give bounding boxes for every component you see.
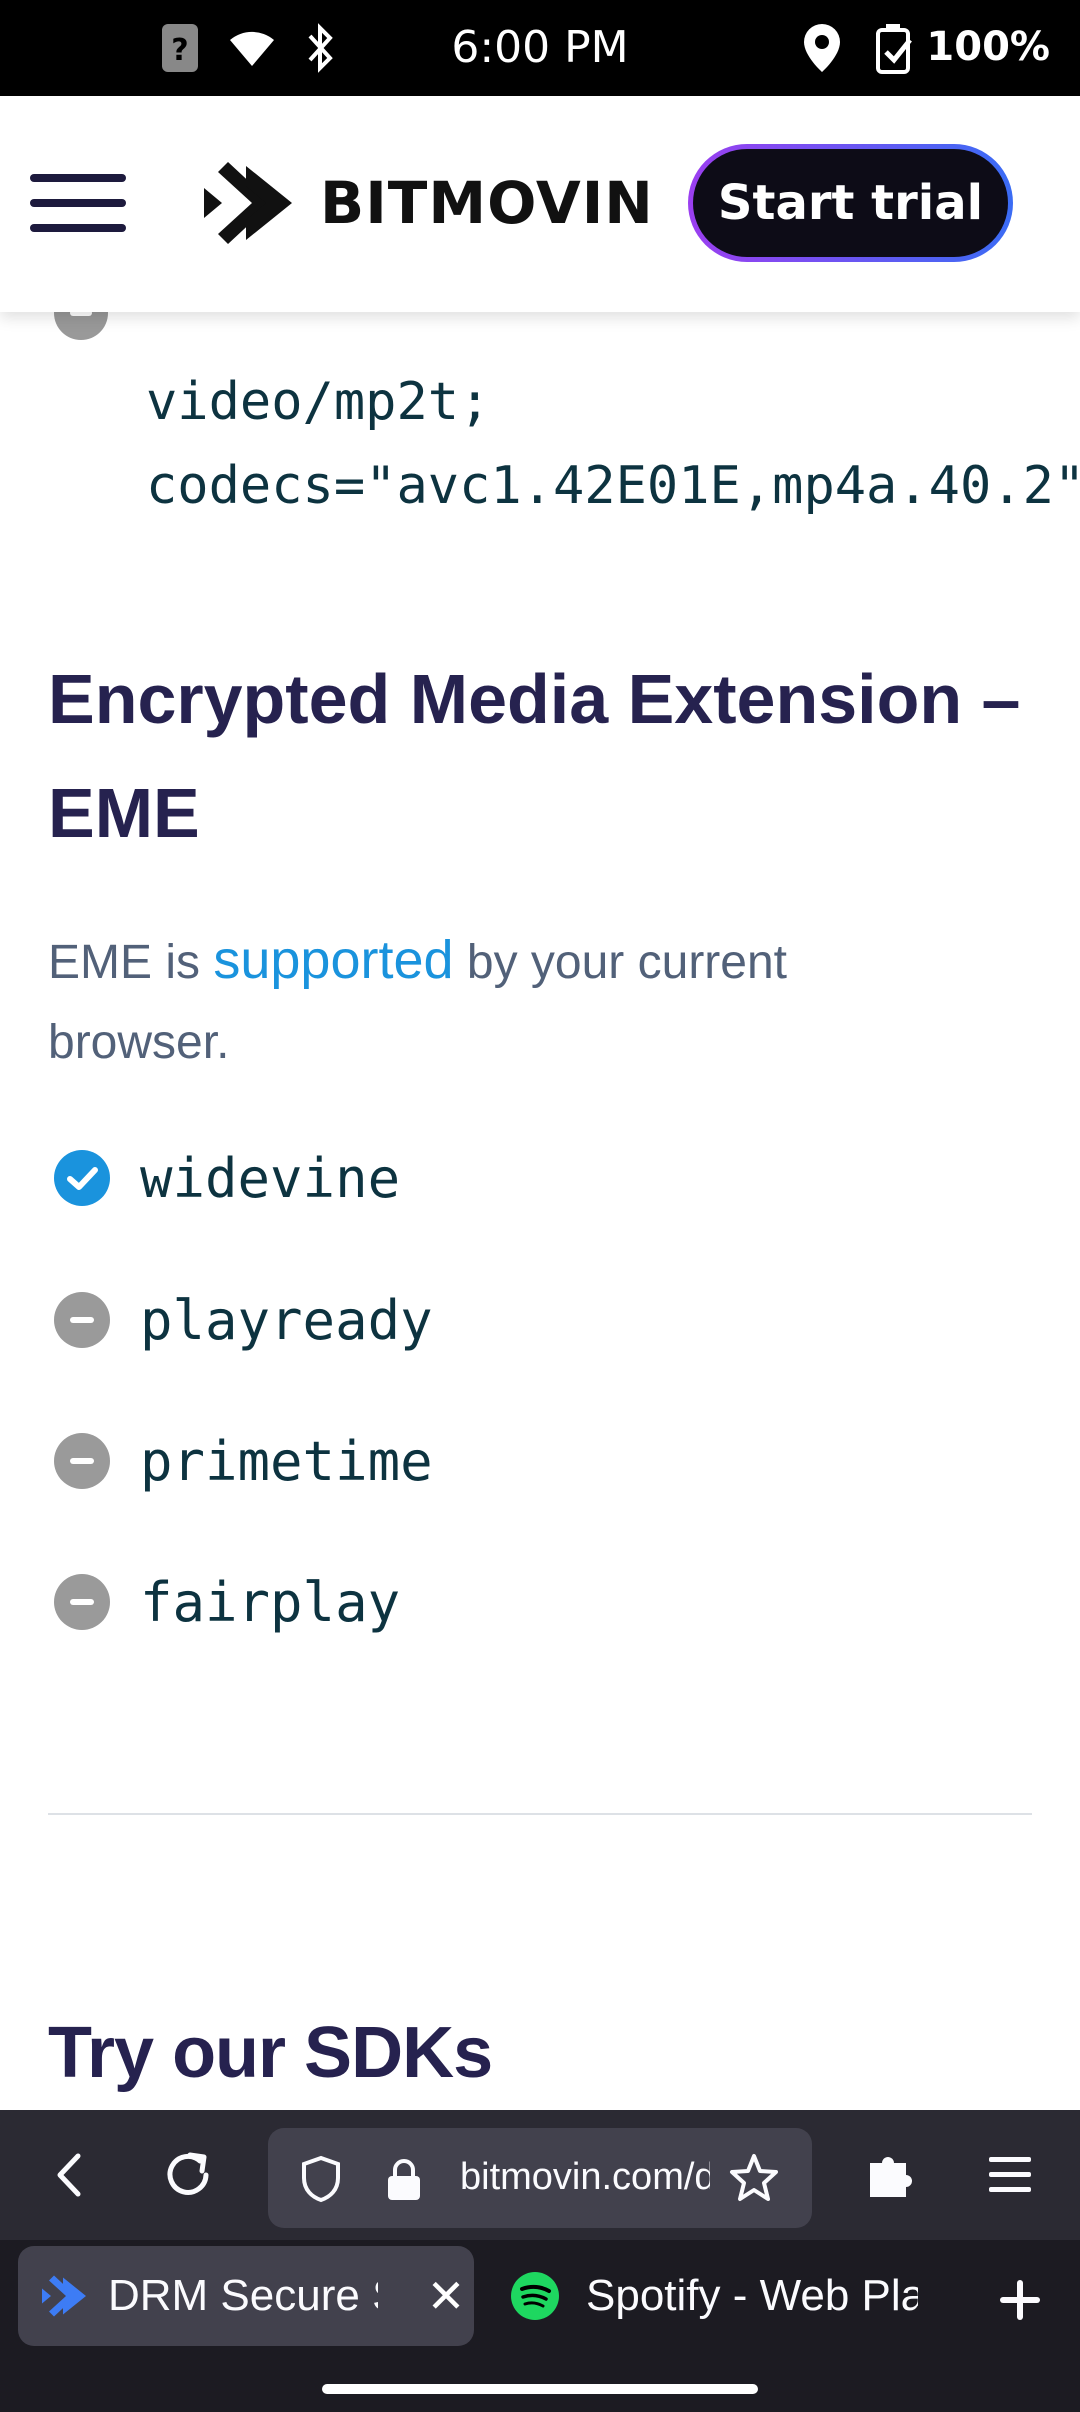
browser-toolbar: bitmovin.com/demos/drm <box>0 2110 1080 2240</box>
tab-title: DRM Secure Streaming <box>108 2271 378 2320</box>
mime-codecs-line: codecs="avc1.42E01E,mp4a.40.2" <box>146 456 1080 516</box>
new-tab-button[interactable] <box>980 2260 1060 2340</box>
bitmovin-favicon-icon <box>40 2272 88 2320</box>
puzzle-piece-icon <box>870 2157 912 2197</box>
location-icon <box>800 22 844 79</box>
minus-circle-icon <box>54 1574 110 1630</box>
drm-label: playready <box>140 1288 433 1352</box>
spotify-favicon-icon <box>510 2271 560 2321</box>
menu-icon <box>989 2157 1031 2192</box>
battery-saver-icon <box>874 22 918 79</box>
eme-heading: Encrypted Media Extension – EME <box>48 660 1021 852</box>
eme-status-prefix: EME is <box>48 936 214 989</box>
close-tab-icon[interactable]: ✕ <box>418 2268 474 2324</box>
page-content: video/mp2t; codecs="avc1.42E01E,mp4a.40.… <box>0 312 1080 2110</box>
reload-button[interactable] <box>148 2135 228 2215</box>
status-bar: ? 6:00 PM 100% <box>0 0 1080 96</box>
sdk-heading: Try our SDKs <box>48 2013 493 2093</box>
chevron-left-icon <box>57 2153 81 2197</box>
menu-icon[interactable] <box>30 174 126 232</box>
bitmovin-logo[interactable]: BITMOVIN <box>200 158 654 248</box>
extensions-button[interactable] <box>850 2135 930 2215</box>
drm-label: widevine <box>140 1146 401 1210</box>
url-bar[interactable]: bitmovin.com/demos/drm <box>268 2128 812 2228</box>
start-trial-button[interactable]: Start trial <box>688 144 1013 262</box>
reload-icon <box>167 2152 209 2195</box>
tab-drm[interactable]: DRM Secure Streaming ✕ <box>18 2246 474 2346</box>
drm-item-fairplay: fairplay <box>54 1570 401 1634</box>
unsupported-icon <box>54 312 108 340</box>
drm-item-primetime: primetime <box>54 1429 433 1493</box>
url-text[interactable]: bitmovin.com/demos/drm <box>460 2156 710 2199</box>
lock-icon[interactable] <box>384 2158 424 2207</box>
screen: ? 6:00 PM 100% BITMOVIN Start trial vide… <box>0 0 1080 2412</box>
drm-label: fairplay <box>140 1570 401 1634</box>
app-menu-button[interactable] <box>970 2135 1050 2215</box>
drm-item-playready: playready <box>54 1288 433 1352</box>
bitmovin-mark-icon <box>204 162 292 244</box>
bookmark-star-icon[interactable] <box>728 2152 780 2209</box>
tab-spotify[interactable]: Spotify - Web Player <box>500 2246 930 2346</box>
tab-title: Spotify - Web Player <box>586 2271 918 2320</box>
start-trial-label: Start trial <box>693 149 1008 257</box>
shield-icon[interactable] <box>298 2154 344 2209</box>
drm-label: primetime <box>140 1429 433 1493</box>
eme-status-text: EME is supported by your current browser… <box>48 920 948 1083</box>
plus-icon <box>1000 2280 1040 2320</box>
tab-strip: DRM Secure Streaming ✕ Spotify - Web Pla… <box>0 2240 1080 2412</box>
back-button[interactable] <box>30 2135 110 2215</box>
drm-item-widevine: widevine <box>54 1146 401 1210</box>
check-circle-icon <box>54 1150 110 1206</box>
minus-circle-icon <box>54 1433 110 1489</box>
logo-text: BITMOVIN <box>320 169 654 237</box>
supported-link[interactable]: supported <box>213 930 453 990</box>
minus-circle-icon <box>54 1292 110 1348</box>
section-divider <box>48 1813 1032 1815</box>
clock: 6:00 PM <box>451 22 629 73</box>
battery-percent: 100% <box>926 24 1050 70</box>
mime-type-line: video/mp2t; <box>146 372 491 432</box>
gesture-nav-bar[interactable] <box>322 2384 758 2394</box>
site-header: BITMOVIN Start trial <box>0 96 1080 312</box>
